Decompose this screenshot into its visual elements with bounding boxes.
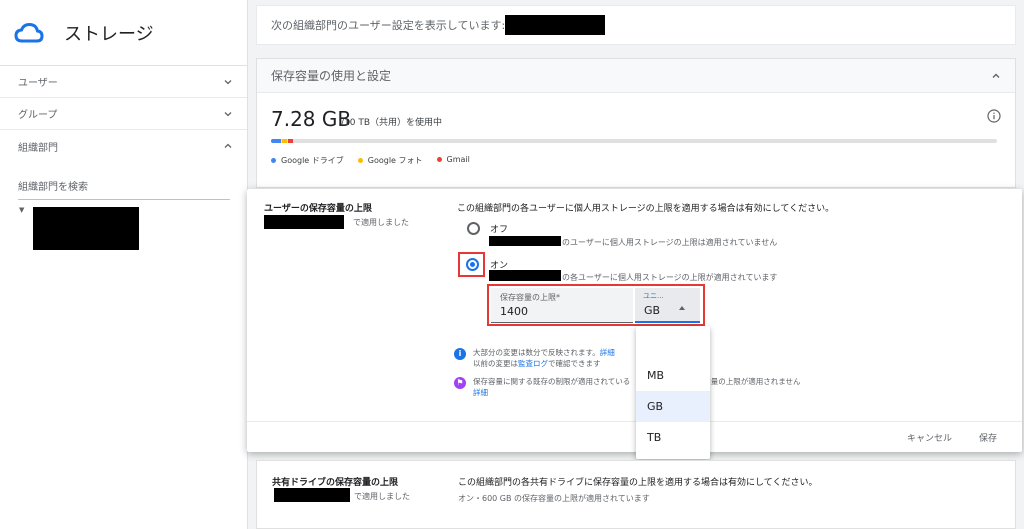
note-text: 以前の変更は: [473, 359, 518, 368]
applied-text: で適用しました: [353, 218, 409, 227]
note-text: 保存容量に関する既存の制限が適用されている: [473, 377, 631, 386]
shared-drive-limit-section[interactable]: 共有ドライブの保存容量の上限 で適用しました この組織部門の各共有ドライブに保存…: [256, 460, 1016, 529]
save-button[interactable]: 保存: [979, 431, 997, 444]
status-text: オン・600 GB の保存容量の上限が適用されています: [458, 494, 650, 503]
chevron-down-icon: [224, 111, 232, 116]
sidebar-item-label: ユーザー: [18, 78, 58, 89]
section-description: この組織部門の各ユーザーに個人用ストレージの上限を適用する場合は有効にしてくださ…: [457, 204, 835, 214]
redacted-org-unit: [505, 15, 606, 35]
usage-bar-gmail: [288, 139, 293, 143]
legend-dot: [436, 157, 442, 162]
redacted-org-unit: [274, 488, 350, 502]
applied-text: で適用しました: [354, 492, 410, 501]
option-off-desc: のユーザーに個人用ストレージの上限は適用されていません: [562, 238, 778, 247]
legend-item-drive: Google ドライブ: [271, 155, 344, 166]
legend-dot: [357, 158, 363, 163]
note-text: 大部分の変更は数分で反映されます。: [473, 348, 600, 357]
panel-footer-divider: [247, 421, 1022, 422]
option-off-label: オフ: [490, 225, 509, 235]
unit-option-mb[interactable]: MB: [636, 360, 710, 391]
legend-label: Google ドライブ: [281, 156, 344, 165]
legend-dot: [271, 158, 276, 163]
org-unit-text: 次の組織部門のユーザー設定を表示しています:: [271, 19, 506, 32]
cloud-icon: [14, 22, 44, 42]
usage-amount: 7.28 GB: [271, 107, 352, 131]
redacted-org-unit: [489, 270, 561, 281]
section-title: ユーザーの保存容量の上限: [264, 204, 372, 214]
note-propagation: 大部分の変更は数分で反映されます。詳細 以前の変更は監査ログで確認できます: [473, 347, 615, 369]
org-unit-bar: 次の組織部門のユーザー設定を表示しています:: [256, 5, 1016, 45]
unit-option-gb[interactable]: GB: [636, 391, 710, 422]
chevron-up-icon: [224, 143, 232, 148]
chevron-up-icon[interactable]: [991, 71, 1001, 81]
app-header: ストレージ: [0, 0, 247, 66]
chevron-down-icon: [224, 79, 232, 84]
redacted-org-name[interactable]: [33, 207, 139, 250]
sidebar-item-label: 組織部門: [18, 142, 58, 154]
info-icon: i: [454, 348, 466, 360]
storage-usage-card: 保存容量の使用と設定 7.28 GB /10 TB（共用）を使用中 Google…: [256, 58, 1016, 188]
usage-bar-photos: [282, 139, 287, 143]
usage-bar-drive: [271, 139, 281, 143]
app-title: ストレージ: [64, 23, 154, 45]
section-title: 共有ドライブの保存容量の上限: [272, 478, 399, 488]
info-icon[interactable]: [987, 109, 1001, 123]
redacted-org-unit: [489, 236, 561, 246]
legend-label: Gmail: [446, 155, 470, 164]
card-title: 保存容量の使用と設定: [271, 69, 392, 83]
audit-log-link[interactable]: 監査ログ: [518, 359, 548, 368]
usage-total: /10 TB（共用）を使用中: [341, 118, 443, 128]
redacted-org-unit: [264, 215, 344, 229]
highlight-box: [487, 284, 705, 326]
cancel-button[interactable]: キャンセル: [907, 431, 952, 444]
sidebar: ストレージ ユーザー グループ 組織部門 組織部門を検索 ▼: [0, 0, 248, 529]
card-header[interactable]: 保存容量の使用と設定: [257, 59, 1015, 93]
sidebar-item-org-units[interactable]: 組織部門: [0, 130, 247, 162]
note-text: で確認できます: [548, 359, 601, 368]
note-text: 容量の上限が適用されません: [703, 377, 801, 386]
legend-label: Google フォト: [367, 156, 423, 165]
radio-on[interactable]: [466, 258, 479, 271]
radio-off[interactable]: [467, 222, 480, 235]
unit-option-tb[interactable]: TB: [636, 422, 710, 453]
sidebar-item-groups[interactable]: グループ: [0, 98, 247, 130]
legend-item-photos: Google フォト: [357, 155, 423, 166]
flag-icon: ⚑: [454, 377, 466, 389]
sidebar-item-label: グループ: [18, 110, 58, 121]
usage-bar: [271, 139, 997, 143]
org-unit-search-input[interactable]: 組織部門を検索: [18, 178, 230, 200]
option-on-desc: の各ユーザーに個人用ストレージの上限が適用されています: [562, 273, 778, 282]
legend-item-gmail: Gmail: [436, 155, 470, 166]
section-description: この組織部門の各共有ドライブに保存容量の上限を適用する場合は有効にしてください。: [458, 478, 818, 488]
details-link[interactable]: 詳細: [600, 348, 615, 357]
tree-expand-icon[interactable]: ▼: [19, 206, 24, 214]
usage-legend: Google ドライブ Google フォト Gmail: [271, 155, 470, 166]
details-link[interactable]: 詳細: [473, 388, 488, 397]
sidebar-item-users[interactable]: ユーザー: [0, 66, 247, 98]
unit-dropdown-menu: MB GB TB: [636, 326, 710, 459]
user-storage-limit-panel: ユーザーの保存容量の上限 で適用しました この組織部門の各ユーザーに個人用ストレ…: [247, 189, 1022, 452]
